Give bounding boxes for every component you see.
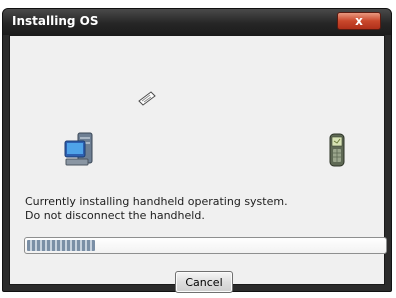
progress-fill — [27, 240, 95, 251]
window-title: Installing OS — [12, 14, 99, 28]
install-dialog: Installing OS x Currently installing han… — [2, 8, 392, 293]
close-icon: x — [355, 14, 363, 28]
status-line-1: Currently installing handheld operating … — [25, 195, 288, 208]
status-line-2: Do not disconnect the handheld. — [25, 209, 205, 222]
cancel-button[interactable]: Cancel — [175, 271, 233, 293]
status-message: Currently installing handheld operating … — [25, 195, 288, 223]
document-transfer-icon — [138, 91, 156, 106]
install-progress-bar — [24, 237, 387, 254]
computer-icon — [64, 132, 93, 166]
close-button[interactable]: x — [337, 12, 381, 30]
dialog-content: Currently installing handheld operating … — [9, 35, 387, 293]
handheld-device-icon — [329, 133, 345, 167]
title-bar[interactable]: Installing OS x — [3, 9, 391, 35]
